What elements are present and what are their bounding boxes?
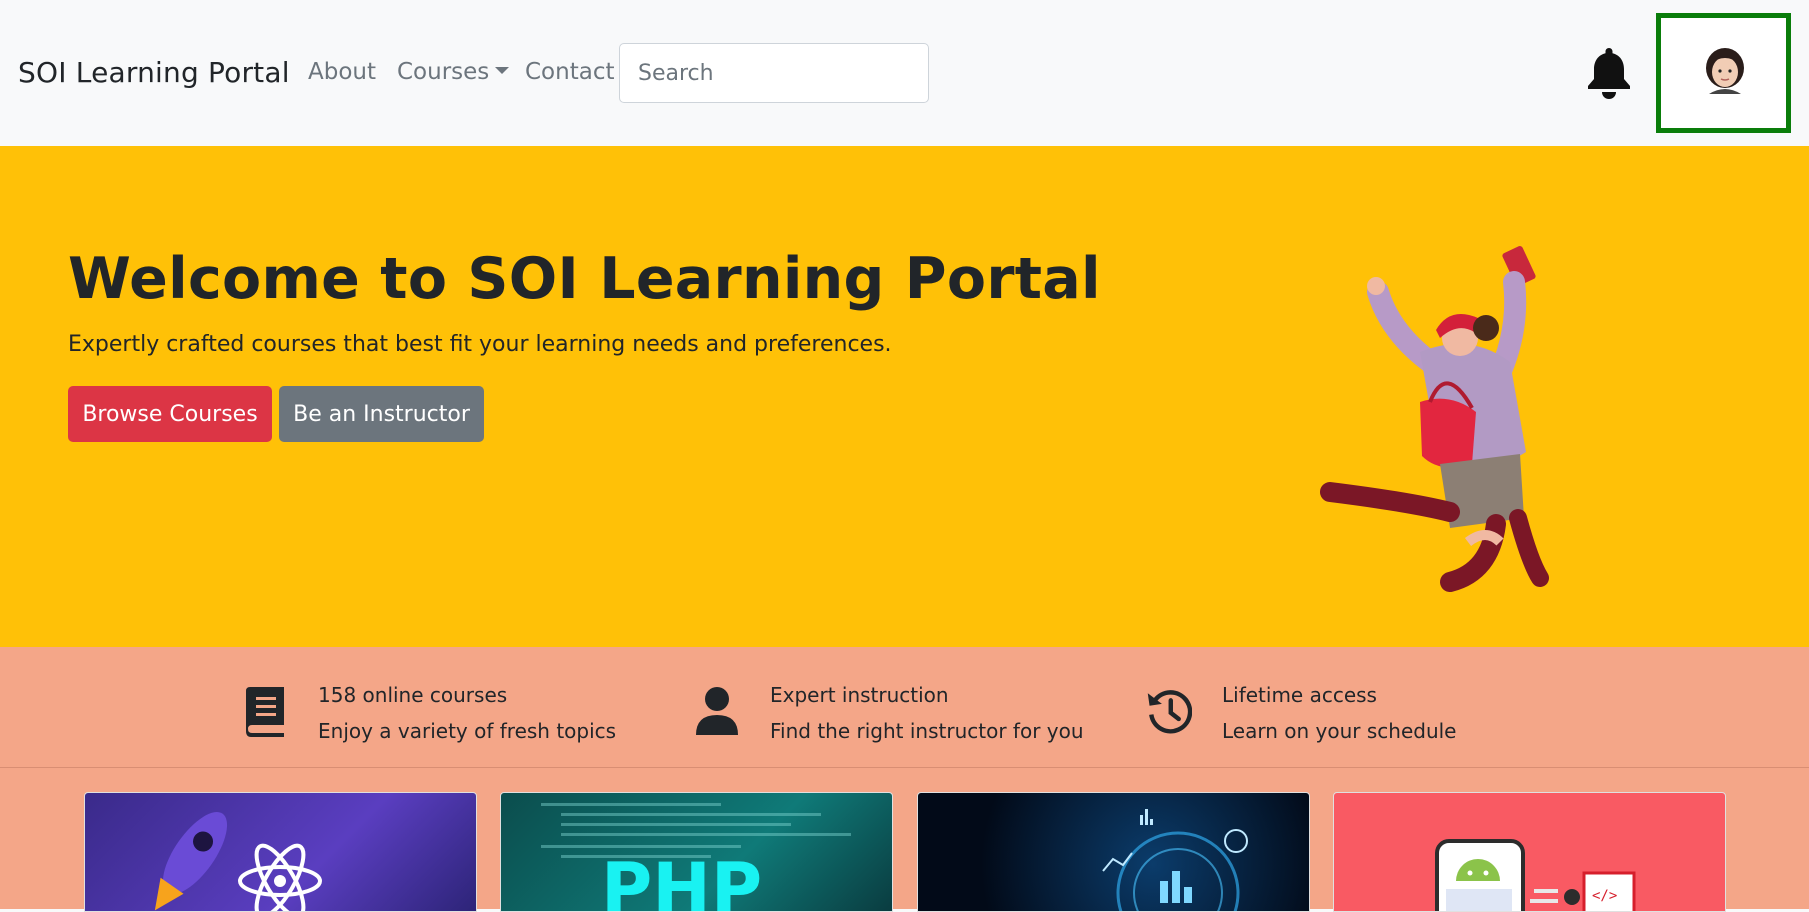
feature-text: Lifetime access Learn on your schedule [1222,677,1456,749]
search-input[interactable] [619,43,929,103]
feature-subtitle: Find the right instructor for you [770,719,1084,743]
user-icon [696,687,738,735]
data-analytics-course-thumbnail [1102,809,1248,911]
course-card-analytics[interactable] [917,792,1310,912]
feature-subtitle: Learn on your schedule [1222,719,1457,743]
history-icon [1147,690,1192,734]
bell-icon[interactable] [1586,46,1632,100]
avatar [1706,48,1744,94]
feature-title: Expert instruction [770,683,949,707]
feature-text: 158 online courses Enjoy a variety of fr… [318,677,616,749]
profile-button[interactable] [1656,13,1791,133]
nav-link-courses-label: Courses [397,59,490,85]
brand-link[interactable]: SOI Learning Portal [18,56,290,89]
hero-section: Welcome to SOI Learning Portal Expertly … [0,146,1809,647]
nav-link-about[interactable]: About [308,59,376,85]
react-course-thumbnail [154,812,322,911]
php-course-thumbnail: PHP [541,803,851,912]
feature-title: Lifetime access [1222,683,1377,707]
nav-link-contact[interactable]: Contact [525,59,614,85]
chevron-down-icon [495,67,510,74]
divider [0,767,1809,768]
hero-subtitle: Expertly crafted courses that best fit y… [68,332,892,357]
php-thumbnail-text: PHP [601,848,762,912]
be-an-instructor-button[interactable]: Be an Instructor [279,386,484,442]
jumping-woman-illustration [1320,246,1549,592]
code-thumbnail-text: </> [1592,888,1617,904]
android-course-thumbnail: </> [1435,839,1636,911]
browse-courses-button[interactable]: Browse Courses [68,386,272,442]
book-icon [246,687,284,737]
hero-title: Welcome to SOI Learning Portal [68,246,1101,312]
feature-title: 158 online courses [318,683,508,707]
course-card-php[interactable]: PHP [500,792,893,912]
course-card-android[interactable]: </> [1333,792,1726,912]
nav-link-courses[interactable]: Courses [397,59,510,85]
course-card-react[interactable] [84,792,477,912]
feature-subtitle: Enjoy a variety of fresh topics [318,719,617,743]
navbar: SOI Learning Portal About Courses Contac… [0,0,1809,146]
feature-text: Expert instruction Find the right instru… [770,677,1084,749]
